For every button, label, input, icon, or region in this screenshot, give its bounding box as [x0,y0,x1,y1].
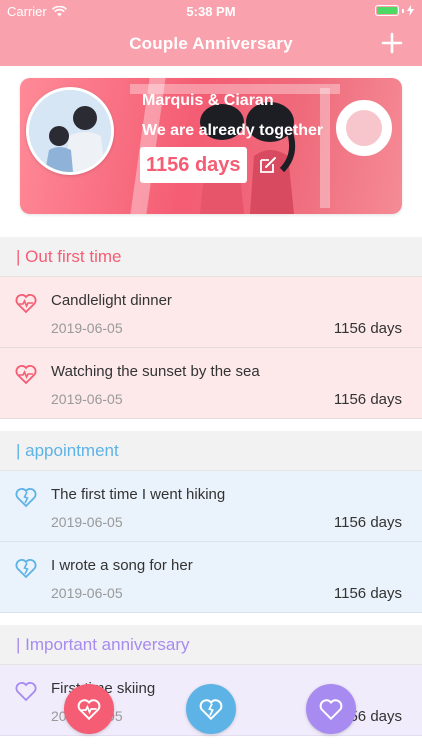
add-appointment-button[interactable] [186,684,236,734]
broken-heart-icon [15,488,37,508]
item-date: 2019-06-05 [51,585,123,601]
section-header: | appointment [0,431,422,471]
add-anniversary-button[interactable] [306,684,356,734]
status-time: 5:38 PM [186,4,236,19]
item-title: Watching the sunset by the sea [51,363,260,380]
list-item[interactable]: Watching the sunset by the sea 2019-06-0… [0,348,422,419]
add-button[interactable] [380,31,404,55]
battery-icon [375,5,414,16]
heart-pulse-icon [15,294,37,314]
heart-outline-icon [319,699,343,721]
total-days-badge: 1156 days [140,147,247,183]
add-first-time-button[interactable] [64,684,114,734]
section-appointment: | appointment The first time I went hiki… [0,431,422,613]
together-label: We are already together [142,122,324,139]
couple-names: Marquis & Ciaran [142,92,274,109]
avatar[interactable] [26,87,114,175]
list-item[interactable]: Candlelight dinner 2019-06-05 1156 days [0,277,422,348]
charging-icon [407,5,414,16]
section-header: | Important anniversary [0,625,422,665]
heart-pulse-icon [15,365,37,385]
item-days: 1156 days [333,320,402,337]
item-date: 2019-06-05 [51,514,123,530]
item-days: 1156 days [333,585,402,602]
heart-pulse-icon [77,699,101,721]
section-out-first-time: | Out first time Candlelight dinner 2019… [0,237,422,419]
item-days: 1156 days [333,391,402,408]
item-date: 2019-06-05 [51,391,123,407]
item-date: 2019-06-05 [51,320,123,336]
page-title: Couple Anniversary [129,34,293,53]
heart-ring-decoration [336,100,392,156]
navigation-bar: Carrier 5:38 PM Couple Anniversary [0,0,422,66]
broken-heart-icon [15,559,37,579]
item-days: 1156 days [333,514,402,531]
broken-heart-icon [199,699,223,721]
section-header: | Out first time [0,237,422,277]
heart-outline-icon [15,682,37,702]
status-bar: Carrier 5:38 PM [0,0,422,22]
item-title: I wrote a song for her [51,557,193,574]
list-item[interactable]: The first time I went hiking 2019-06-05 … [0,471,422,542]
list-item[interactable]: I wrote a song for her 2019-06-05 1156 d… [0,542,422,613]
edit-icon[interactable] [258,155,278,175]
item-title: Candlelight dinner [51,292,172,309]
item-title: The first time I went hiking [51,486,226,503]
